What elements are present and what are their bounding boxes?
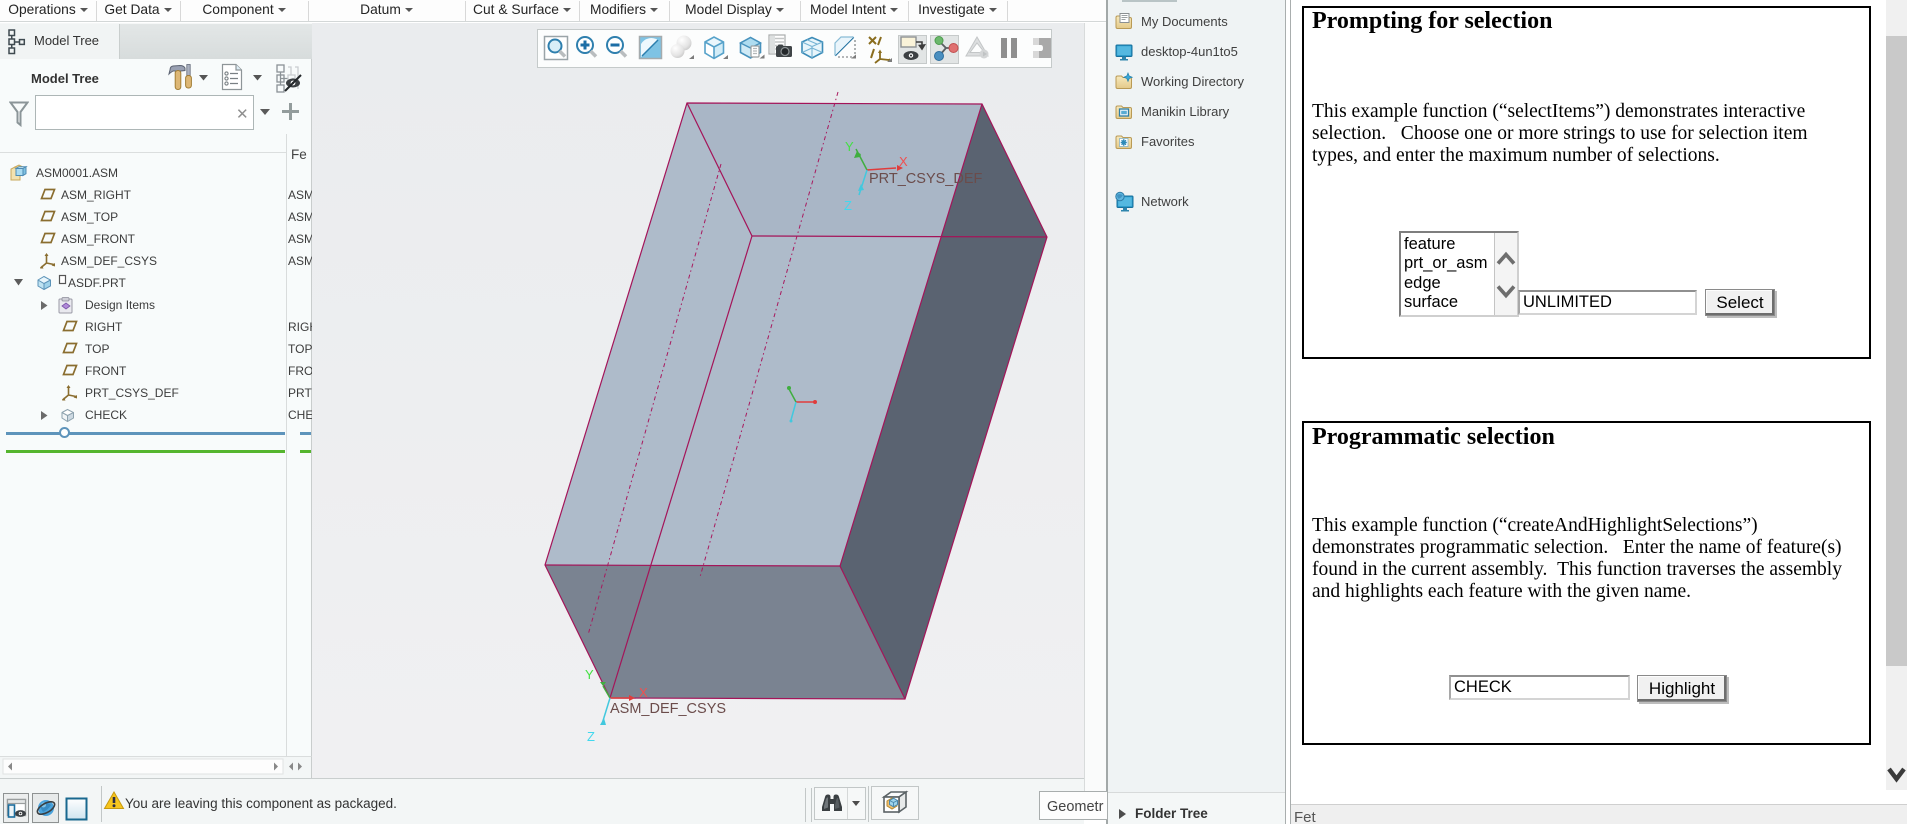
svg-text:ASM_DEF_CSYS: ASM_DEF_CSYS: [610, 701, 726, 717]
svg-text:PRT_CSYS_DEF: PRT_CSYS_DEF: [85, 386, 179, 400]
svg-text:X: X: [899, 154, 908, 169]
svg-text:PRT: PRT: [288, 386, 312, 400]
svg-text:FRON: FRON: [288, 364, 312, 378]
svg-text:RIGHT: RIGHT: [85, 320, 123, 334]
svg-text:FRONT: FRONT: [85, 364, 127, 378]
svg-text:TOP: TOP: [85, 342, 109, 356]
svg-text:CHECK: CHECK: [85, 408, 127, 422]
svg-text:ASM_TOP: ASM_TOP: [61, 210, 118, 224]
svg-text:TOP: TOP: [288, 342, 312, 356]
svg-text:Y: Y: [845, 139, 854, 154]
svg-text:ASM: ASM: [288, 210, 312, 224]
svg-text:X: X: [639, 685, 648, 700]
svg-text:Geometr: Geometr: [1047, 799, 1104, 815]
svg-text:ASM_RIGHT: ASM_RIGHT: [61, 188, 132, 202]
svg-text:Design Items: Design Items: [85, 298, 155, 312]
svg-text:ASDF.PRT: ASDF.PRT: [68, 276, 126, 290]
svg-text:ASM: ASM: [288, 232, 312, 246]
svg-text:You are leaving this component: You are leaving this component as packag…: [125, 796, 397, 811]
svg-text:Z: Z: [587, 729, 595, 744]
svg-text:Y: Y: [585, 667, 594, 682]
svg-text:ASM0001.ASM: ASM0001.ASM: [36, 166, 118, 180]
svg-text:ASM_FRONT: ASM_FRONT: [61, 232, 136, 246]
svg-text:RIGH: RIGH: [288, 320, 312, 334]
svg-text:CHE: CHE: [288, 408, 312, 422]
svg-text:ASM: ASM: [288, 188, 312, 202]
svg-text:Z: Z: [844, 198, 852, 213]
svg-text:PRT_CSYS_DEF: PRT_CSYS_DEF: [869, 171, 982, 187]
svg-text:ASM_DEF_CSYS: ASM_DEF_CSYS: [61, 254, 157, 268]
svg-text:ASM: ASM: [288, 254, 312, 268]
